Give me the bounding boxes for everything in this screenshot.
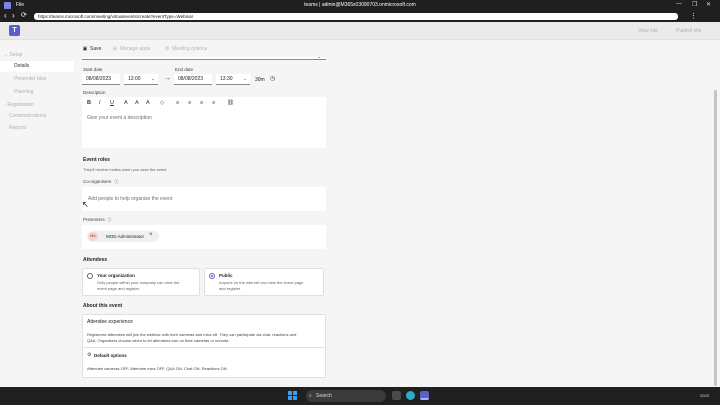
view-site-button[interactable]: View site [638,28,658,34]
chevron-down-icon: ⌄ [242,76,247,82]
back-icon[interactable]: ‹ [4,12,7,20]
font-color-button[interactable]: A [135,100,139,106]
presenters-input[interactable]: MA MOD Administrator × [82,225,326,249]
windows-start-icon[interactable] [288,391,297,400]
chevron-down-icon: ⌄ [150,76,155,82]
experience-line-1: Registered attendees will join the webin… [87,332,297,337]
info-icon[interactable]: ⓘ [114,179,119,185]
chevron-down-icon: ⌄ [4,52,8,57]
description-label: Description [83,90,106,95]
underline-button[interactable]: U [110,100,114,106]
end-date-input[interactable]: 08/08/2023 [174,74,212,85]
experience-title: Attendee experience [87,319,133,325]
manage-apps-button[interactable]: ⊞ Manage apps [112,43,150,55]
address-bar: ‹ › ⟳ https://teams.microsoft.com/meetin… [0,11,720,22]
align-center-button[interactable]: ≡ [188,100,191,106]
sidebar-item-reports[interactable]: Reports [0,123,74,134]
system-clock: 2023 [700,393,709,398]
font-size-button[interactable]: A [146,100,150,106]
restore-button[interactable]: ❐ [692,1,697,8]
close-button[interactable]: ✕ [706,1,711,8]
attendees-title: Attendees [83,257,108,263]
cursor-icon: ↖ [82,200,89,209]
file-explorer-icon[interactable] [392,391,401,400]
coorganisers-label: Co-organisers [83,179,112,184]
taskbar-search[interactable]: ⌕ Search [306,390,386,402]
app-header: T View site Publish site [0,22,720,40]
event-roles-title: Event roles [83,157,110,163]
experience-line-2: Q&A. Organisers choose when to let atten… [87,338,230,343]
url-input[interactable]: https://teams.microsoft.com/meeting/virt… [34,13,678,20]
forward-icon[interactable]: › [12,12,15,20]
start-time-select[interactable]: 13:00 ⌄ [124,74,158,85]
teams-taskbar-icon[interactable] [420,391,429,400]
bold-button[interactable]: B [87,100,91,106]
meeting-options-button[interactable]: ⚙ Meeting options [164,43,208,55]
attendee-option-organization[interactable]: Your organization Only people within you… [82,268,200,296]
start-date-input[interactable]: 08/08/2023 [82,74,120,85]
default-options-text: Attendee cameras OFF, Attendee mics OFF,… [87,366,227,371]
settings-icon: ⚙ [164,46,170,52]
sidebar-item-communications[interactable]: Communications [0,111,74,122]
avatar: MA [88,232,98,241]
taskbar: ⌕ Search 2023 [0,387,720,405]
organization-radio[interactable] [87,273,93,279]
sidebar-item-details[interactable]: Details [0,61,74,72]
timezone-icon[interactable]: ◷ [270,75,275,82]
default-options-panel[interactable]: ⚙ Default options Attendee cameras OFF, … [82,348,326,378]
event-roles-note: They'll receive invites when you save th… [83,167,168,172]
info-icon[interactable]: ⓘ [107,217,112,223]
chevron-right-icon: › [4,102,6,107]
chevron-down-icon: ⌄ [317,57,322,60]
scrollbar-thumb[interactable] [714,90,717,386]
presenters-label: Presenters [83,217,105,222]
description-editor[interactable]: B I U A A A ◇ ≡ ≡ ≡ ≡ ⛓ Give your event … [82,97,326,148]
save-button[interactable]: ▣ Save [82,43,102,55]
default-options-title: Default options [94,353,127,358]
sidebar-item-planning[interactable]: Planning [0,87,74,98]
italic-button[interactable]: I [99,100,101,106]
presenter-chip[interactable]: MA MOD Administrator × [87,231,159,242]
sidebar: ⌄ Setup Details Presenter bios Planning ›… [0,41,78,387]
save-icon: ▣ [82,46,88,52]
event-details-form: ⌄ Start date 08/08/2023 13:00 ⌄ → End dat… [82,57,334,387]
sidebar-item-setup[interactable]: ⌄ Setup [0,49,74,60]
highlight-button[interactable]: A [124,100,128,106]
end-time-select[interactable]: 13:30 ⌄ [216,74,250,85]
start-date-label: Start date [83,67,103,72]
link-button[interactable]: ⛓ [227,100,234,106]
attendee-experience-panel: Attendee experience Registered attendees… [82,314,326,348]
coorganisers-input[interactable]: Add people to help organise the event [82,187,326,211]
clear-format-button[interactable]: ◇ [160,100,164,106]
public-radio[interactable] [209,273,215,279]
edge-icon[interactable] [406,391,415,400]
sidebar-item-presenter-bios[interactable]: Presenter bios [0,74,74,85]
align-left-button[interactable]: ≡ [176,100,179,106]
publish-site-button[interactable]: Publish site [676,28,702,34]
duration-text: 30m [255,77,265,83]
description-placeholder: Give your event a description [87,115,152,121]
remove-presenter-icon[interactable]: × [149,232,153,238]
minimize-button[interactable]: — [676,1,682,7]
end-date-label: End date [175,67,194,72]
refresh-icon[interactable]: ⟳ [21,12,27,20]
previous-field[interactable] [82,57,326,60]
more-options-icon[interactable]: ⋮ [690,12,697,20]
bullet-list-button[interactable]: ≡ [200,100,203,106]
apps-icon: ⊞ [112,46,118,52]
window-title: teams | admin@M365x03090703.onmicrosoft.… [304,2,416,8]
sidebar-item-registration[interactable]: › Registration [0,99,74,110]
numbered-list-button[interactable]: ≡ [212,100,215,106]
about-title: About this event [83,303,123,309]
teams-logo-icon[interactable]: T [9,25,20,36]
arrow-right-icon: → [164,75,171,82]
attendee-option-public[interactable]: Public Anyone on the internet can view t… [204,268,324,296]
search-icon: ⌕ [309,393,312,399]
gear-icon: ⚙ [87,352,92,358]
title-bar: File teams | admin@M365x03090703.onmicro… [0,0,720,11]
presenter-name: MOD Administrator [106,234,145,239]
